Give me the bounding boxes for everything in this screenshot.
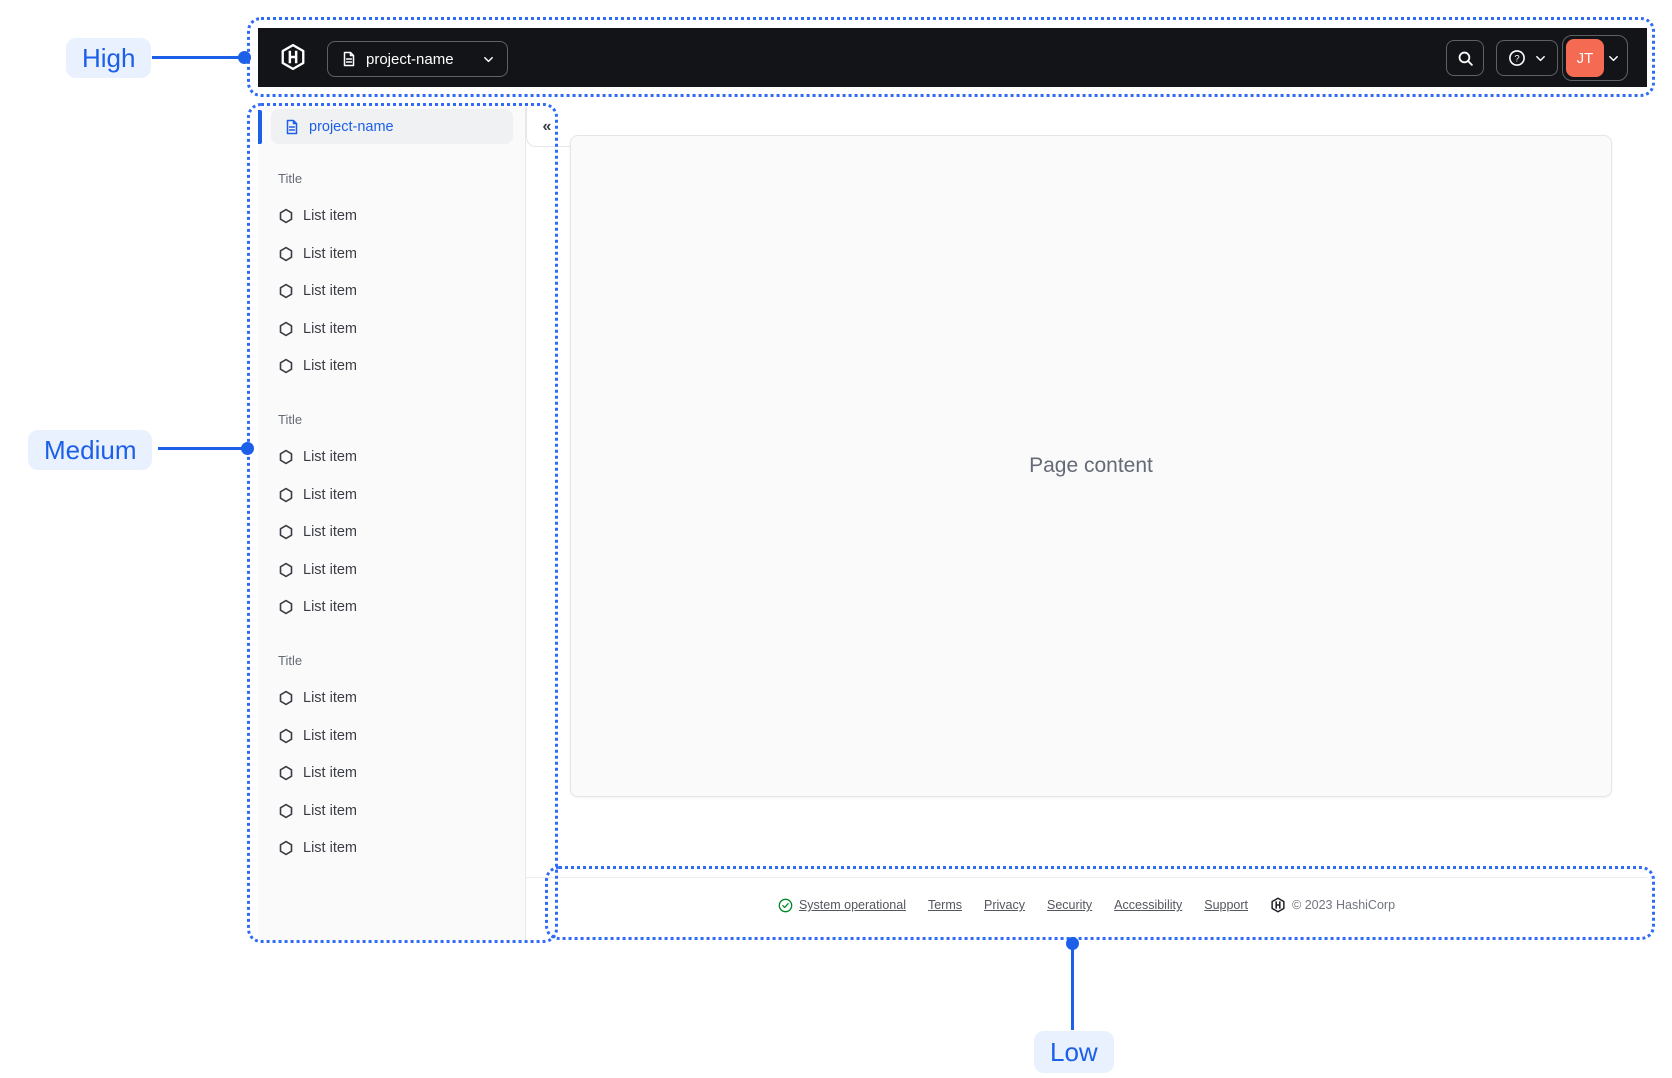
hexagon-icon [278, 562, 294, 578]
list-item-label: List item [303, 765, 357, 782]
help-icon: ? [1508, 49, 1526, 67]
sidebar-list-item[interactable]: List item [258, 589, 525, 627]
section-title: Title [278, 653, 303, 669]
sidebar-project-item[interactable]: project-name [271, 109, 513, 144]
footer-link-security[interactable]: Security [1047, 898, 1092, 912]
high-density-label: High [66, 38, 152, 78]
help-menu-button[interactable]: ? [1496, 40, 1558, 76]
project-switcher-button[interactable]: project-name [327, 41, 508, 77]
footer-divider [526, 877, 1647, 878]
low-density-label: Low [1034, 1031, 1114, 1073]
sidebar-list-item[interactable]: List item [258, 439, 525, 477]
hexagon-icon [278, 358, 294, 374]
hexagon-icon [278, 690, 294, 706]
sidebar-collapse-tab: « [526, 107, 572, 147]
medium-connector-dot [241, 442, 254, 455]
sidebar-section: Title List item List item List item List… [258, 642, 525, 867]
hexagon-icon [278, 246, 294, 262]
list-item-label: List item [303, 524, 357, 541]
page-content-area: Page content [570, 135, 1612, 797]
sidebar-list-item[interactable]: List item [258, 792, 525, 830]
sidebar-list-item[interactable]: List item [258, 717, 525, 755]
hexagon-icon [278, 599, 294, 615]
list-item-label: List item [303, 320, 357, 337]
medium-density-label: Medium [28, 430, 153, 470]
low-connector-line [1071, 943, 1074, 1030]
list-item-label: List item [303, 561, 357, 578]
footer-link-privacy[interactable]: Privacy [984, 898, 1025, 912]
high-connector-line [152, 56, 244, 59]
sidebar-list-item[interactable]: List item [258, 235, 525, 273]
active-item-indicator [258, 110, 262, 144]
hexagon-icon [278, 208, 294, 224]
section-title: Title [278, 171, 303, 187]
footer: System operational Terms Privacy Securit… [526, 886, 1647, 924]
hashicorp-logo-icon [279, 43, 307, 71]
sidebar-list-item[interactable]: List item [258, 198, 525, 236]
sidebar-list-item[interactable]: List item [258, 348, 525, 386]
sidebar-list-item[interactable]: List item [258, 514, 525, 552]
footer-link-support[interactable]: Support [1204, 898, 1248, 912]
high-connector-dot [238, 51, 251, 64]
sidebar: project-name Title List item List item L… [258, 107, 526, 940]
sidebar-section: Title List item List item List item List… [258, 160, 525, 385]
hexagon-icon [278, 765, 294, 781]
list-item-label: List item [303, 840, 357, 857]
list-item-label: List item [303, 690, 357, 707]
document-icon [284, 119, 300, 135]
hashicorp-logo-icon [1270, 897, 1286, 913]
list-item-label: List item [303, 208, 357, 225]
chevron-down-icon [1534, 52, 1547, 65]
sidebar-nav: Title List item List item List item List… [258, 160, 525, 867]
search-icon [1457, 50, 1474, 67]
hexagon-icon [278, 487, 294, 503]
list-item-label: List item [303, 486, 357, 503]
status-label: System operational [798, 898, 906, 912]
document-icon [341, 51, 357, 67]
sidebar-list-item[interactable]: List item [258, 273, 525, 311]
hexagon-icon [278, 803, 294, 819]
hexagon-icon [278, 728, 294, 744]
user-avatar: JT [1566, 39, 1604, 77]
list-item-label: List item [303, 802, 357, 819]
status-check-icon [778, 898, 793, 913]
screenshot-canvas: project-name ? JT project-name Title Lis… [0, 0, 1672, 1078]
hexagon-icon [278, 524, 294, 540]
sidebar-list-item[interactable]: List item [258, 476, 525, 514]
sidebar-list-item[interactable]: List item [258, 755, 525, 793]
project-switcher-label: project-name [366, 50, 454, 68]
footer-link-terms[interactable]: Terms [928, 898, 962, 912]
hexagon-icon [278, 840, 294, 856]
list-item-label: List item [303, 245, 357, 262]
hexagon-icon [278, 321, 294, 337]
section-title: Title [278, 412, 303, 428]
sidebar-list-item[interactable]: List item [258, 310, 525, 348]
medium-connector-line [158, 447, 247, 450]
footer-link-accessibility[interactable]: Accessibility [1114, 898, 1182, 912]
low-connector-dot [1066, 937, 1079, 950]
search-button[interactable] [1446, 40, 1484, 76]
list-item-label: List item [303, 599, 357, 616]
copyright-text: © 2023 HashiCorp [1292, 898, 1396, 912]
list-item-label: List item [303, 358, 357, 375]
page-content-placeholder: Page content [1029, 454, 1153, 477]
sidebar-list-item[interactable]: List item [258, 830, 525, 868]
sidebar-project-label: project-name [309, 118, 394, 135]
sidebar-section: Title List item List item List item List… [258, 401, 525, 626]
sidebar-list-item[interactable]: List item [258, 680, 525, 718]
sidebar-collapse-button[interactable]: « [532, 112, 562, 142]
user-menu-button[interactable]: JT [1562, 35, 1628, 81]
svg-text:?: ? [1514, 53, 1519, 64]
top-navbar: project-name ? JT [258, 28, 1647, 87]
chevron-down-icon [482, 53, 495, 66]
list-item-label: List item [303, 449, 357, 466]
hexagon-icon [278, 283, 294, 299]
list-item-label: List item [303, 283, 357, 300]
sidebar-list-item[interactable]: List item [258, 551, 525, 589]
list-item-label: List item [303, 727, 357, 744]
chevron-down-icon [1607, 52, 1620, 65]
footer-copyright: © 2023 HashiCorp [1270, 897, 1395, 913]
hexagon-icon [278, 449, 294, 465]
system-status-link[interactable]: System operational [778, 898, 906, 913]
